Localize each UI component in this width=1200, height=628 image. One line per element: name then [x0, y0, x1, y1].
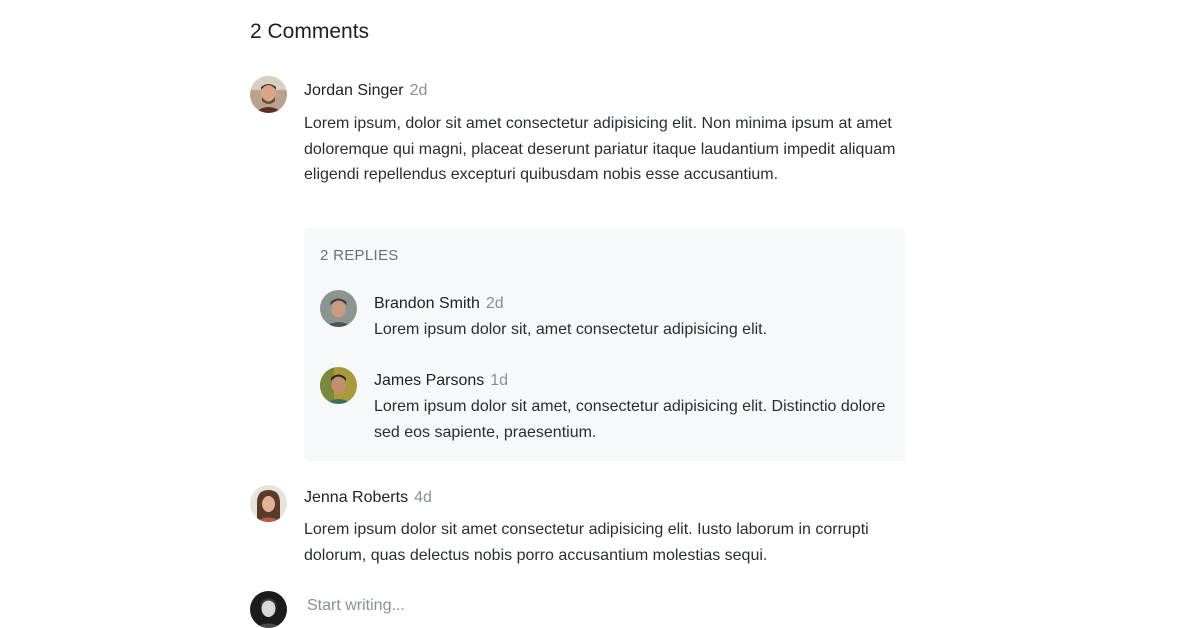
user-photo-avatar-icon: [320, 367, 357, 404]
reply-meta: James Parsons 1d: [374, 370, 508, 392]
reply-time: 1d: [490, 372, 509, 389]
user-photo-avatar-icon: [250, 485, 287, 522]
avatar[interactable]: [320, 367, 357, 404]
comment-time: 2d: [409, 82, 428, 99]
comment-author[interactable]: Jordan Singer: [304, 82, 404, 99]
reply-author[interactable]: James Parsons: [374, 372, 484, 389]
comment-author[interactable]: Jenna Roberts: [304, 489, 408, 506]
avatar[interactable]: [250, 485, 287, 522]
current-user-avatar[interactable]: [250, 591, 287, 628]
avatar[interactable]: [250, 76, 287, 113]
current-user-avatar-icon: [250, 591, 287, 628]
comment-time: 4d: [414, 489, 432, 506]
avatar[interactable]: [320, 290, 357, 327]
replies-count: 2 REPLIES: [320, 247, 399, 264]
comment-text: Lorem ipsum dolor sit amet consectetur a…: [304, 521, 869, 564]
comment-text: Lorem ipsum, dolor sit amet consectetur …: [304, 115, 896, 183]
reply-time: 2d: [485, 295, 504, 312]
comment-meta: Jordan Singer 2d: [304, 80, 427, 102]
reply-meta: Brandon Smith 2d: [374, 293, 504, 315]
comment-input[interactable]: [303, 592, 911, 620]
comments-title: 2 Comments: [250, 20, 370, 43]
user-photo-avatar-icon: [320, 290, 357, 327]
user-photo-avatar-icon: [250, 76, 287, 113]
comment-meta: Jenna Roberts 4d: [304, 487, 432, 509]
replies-container: 2 REPLIES Brandon Smith 2d Lorem ipsum do…: [304, 228, 905, 461]
reply-author[interactable]: Brandon Smith: [374, 295, 480, 312]
reply-text: Lorem ipsum dolor sit, amet consectetur …: [374, 321, 768, 338]
reply-text: Lorem ipsum dolor sit amet, consectetur …: [374, 398, 886, 441]
